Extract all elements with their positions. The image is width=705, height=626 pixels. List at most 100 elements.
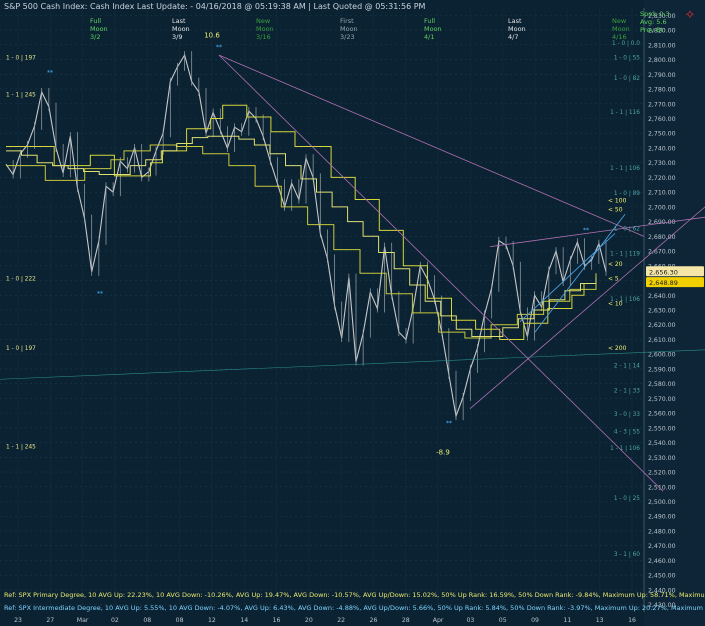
right-level-label: 1 - 0 | 82 xyxy=(614,76,640,82)
y-tick-label: 2,690.00 xyxy=(648,219,676,226)
x-tick-label: 11 xyxy=(563,617,571,624)
moon-phase-label: First Moon 3/23 xyxy=(340,17,358,41)
chart-background xyxy=(0,0,705,626)
x-tick-label: 16 xyxy=(273,617,281,624)
right-level-label: 2 - 1 | 33 xyxy=(614,388,640,394)
y-tick-label: 2,540.00 xyxy=(648,440,676,447)
y-tick-label: 2,580.00 xyxy=(648,381,676,388)
right-level-label: 1 - 0 | 55 xyxy=(614,56,640,62)
x-tick-label: 09 xyxy=(531,617,539,624)
right-level-label: 1 - 1 | 106 xyxy=(610,446,640,452)
moving-average-label: < 50 xyxy=(608,206,623,213)
x-tick-label: 22 xyxy=(337,617,345,624)
right-level-label: 1 - 0 | 62 xyxy=(614,226,640,232)
right-level-label: 1 - 0 | 89 xyxy=(614,191,640,197)
y-tick-label: 2,560.00 xyxy=(648,411,676,418)
x-tick-label: 20 xyxy=(305,617,313,624)
x-tick-label: 03 xyxy=(466,617,474,624)
moving-average-label: < 20 xyxy=(608,261,623,268)
y-tick-label: 2,520.00 xyxy=(648,470,676,477)
moon-phase-label: Last Moon 3/9 xyxy=(172,17,190,41)
x-tick-label: Apr xyxy=(433,617,444,624)
x-tick-label: 05 xyxy=(499,617,507,624)
swing-marker-icon: ** xyxy=(97,290,103,297)
price-tag-label: 2,656.30 xyxy=(649,268,678,276)
x-tick-label: 12 xyxy=(208,617,216,624)
intermediate-degree-reference: Ref: SPX Intermediate Degree, 10 AVG Up:… xyxy=(4,604,705,612)
y-tick-label: 2,550.00 xyxy=(648,425,676,432)
right-level-label: 1 - 1 | 116 xyxy=(610,110,640,116)
y-tick-label: 2,530.00 xyxy=(648,455,676,462)
right-level-label: 3 - 1 | 60 xyxy=(614,552,640,558)
settings-icon[interactable]: ✧ xyxy=(681,7,699,25)
moon-phase-label: Full Moon 3/2 xyxy=(90,17,108,41)
y-tick-label: 2,600.00 xyxy=(648,352,676,359)
trough-marker-label: -8.9 xyxy=(436,448,450,456)
x-tick-label: 02 xyxy=(111,617,119,624)
right-level-label: 1 - 0 | 0.0 xyxy=(612,41,640,47)
y-tick-label: 2,450.00 xyxy=(648,573,676,580)
x-tick-label: Mar xyxy=(77,617,89,624)
right-level-label: 1 - 1 | 106 xyxy=(610,166,640,172)
right-level-label: 4 - 3 | 55 xyxy=(614,430,640,436)
moon-phase-label: Last Moon 4/7 xyxy=(508,17,526,41)
spread-stat: Sprd: 0.3 xyxy=(640,10,670,18)
moving-average-label: < 10 xyxy=(608,301,623,308)
primary-degree-reference: Ref: SPX Primary Degree, 10 AVG Up: 22.2… xyxy=(4,591,705,599)
moon-phase-label: New Moon 4/16 xyxy=(612,17,630,41)
left-level-label: 1 - 1 | 245 xyxy=(6,92,36,98)
trough-marker-icon: ** xyxy=(446,420,452,427)
x-tick-label: 08 xyxy=(143,617,151,624)
moon-phase-label: Full Moon 4/1 xyxy=(424,17,442,41)
chart-header: S&P 500 Cash Index: Cash Index Last Upda… xyxy=(4,2,426,11)
y-tick-label: 2,460.00 xyxy=(648,558,676,565)
y-tick-label: 2,490.00 xyxy=(648,514,676,521)
x-tick-label: 28 xyxy=(402,617,410,624)
y-tick-label: 2,500.00 xyxy=(648,499,676,506)
y-tick-label: 2,750.00 xyxy=(648,131,676,138)
x-tick-label: 16 xyxy=(628,617,636,624)
price-tag-label: 2,648.89 xyxy=(649,279,678,287)
average-stat: Avg: 5.6 xyxy=(640,18,667,26)
y-tick-label: 2,610.00 xyxy=(648,337,676,344)
y-tick-label: 2,700.00 xyxy=(648,204,676,211)
x-tick-label: 13 xyxy=(596,617,604,624)
y-tick-label: 2,710.00 xyxy=(648,190,676,197)
previous-bt-stat: Prev Bt: xyxy=(640,26,666,34)
y-tick-label: 2,720.00 xyxy=(648,175,676,182)
y-tick-label: 2,740.00 xyxy=(648,145,676,152)
moving-average-label: < 200 xyxy=(608,345,627,352)
x-tick-label: 23 xyxy=(14,617,22,624)
x-tick-label: 14 xyxy=(240,617,248,624)
left-level-label: 1 - 0 | 197 xyxy=(6,346,36,352)
y-tick-label: 2,630.00 xyxy=(648,308,676,315)
right-level-label: 2 - 1 | 14 xyxy=(614,363,640,369)
peak-marker-icon: ** xyxy=(216,44,222,51)
y-tick-label: 2,620.00 xyxy=(648,322,676,329)
y-tick-label: 2,480.00 xyxy=(648,528,676,535)
peak-marker-label: 10.6 xyxy=(204,31,220,39)
chart-window: 2,430.00 2,440.00 2,450.00 2,460.00 2,470.00… xyxy=(0,0,705,626)
swing-marker-icon: ** xyxy=(47,69,53,76)
swing-marker-icon: ** xyxy=(583,227,589,234)
x-tick-label: 26 xyxy=(370,617,378,624)
y-tick-label: 2,760.00 xyxy=(648,116,676,123)
y-tick-label: 2,780.00 xyxy=(648,87,676,94)
x-tick-label: 27 xyxy=(46,617,54,624)
price-chart: 2,430.002,440.002,450.002,460.002,470.00… xyxy=(0,0,705,626)
right-level-label: 1 - 1 | 119 xyxy=(610,251,640,257)
y-tick-label: 2,640.00 xyxy=(648,293,676,300)
y-tick-label: 2,730.00 xyxy=(648,160,676,167)
right-level-label: 1 - 0 | 25 xyxy=(614,496,640,502)
right-level-label: 3 - 0 | 33 xyxy=(614,412,640,418)
y-tick-label: 2,810.00 xyxy=(648,42,676,49)
left-level-label: 1 - 0 | 197 xyxy=(6,56,36,62)
x-tick-label: 08 xyxy=(176,617,184,624)
moon-phase-label: New Moon 3/16 xyxy=(256,17,274,41)
y-tick-label: 2,800.00 xyxy=(648,57,676,64)
y-tick-label: 2,470.00 xyxy=(648,543,676,550)
y-tick-label: 2,770.00 xyxy=(648,101,676,108)
y-tick-label: 2,570.00 xyxy=(648,396,676,403)
y-tick-label: 2,590.00 xyxy=(648,366,676,373)
moving-average-label: < 5 xyxy=(608,276,619,283)
